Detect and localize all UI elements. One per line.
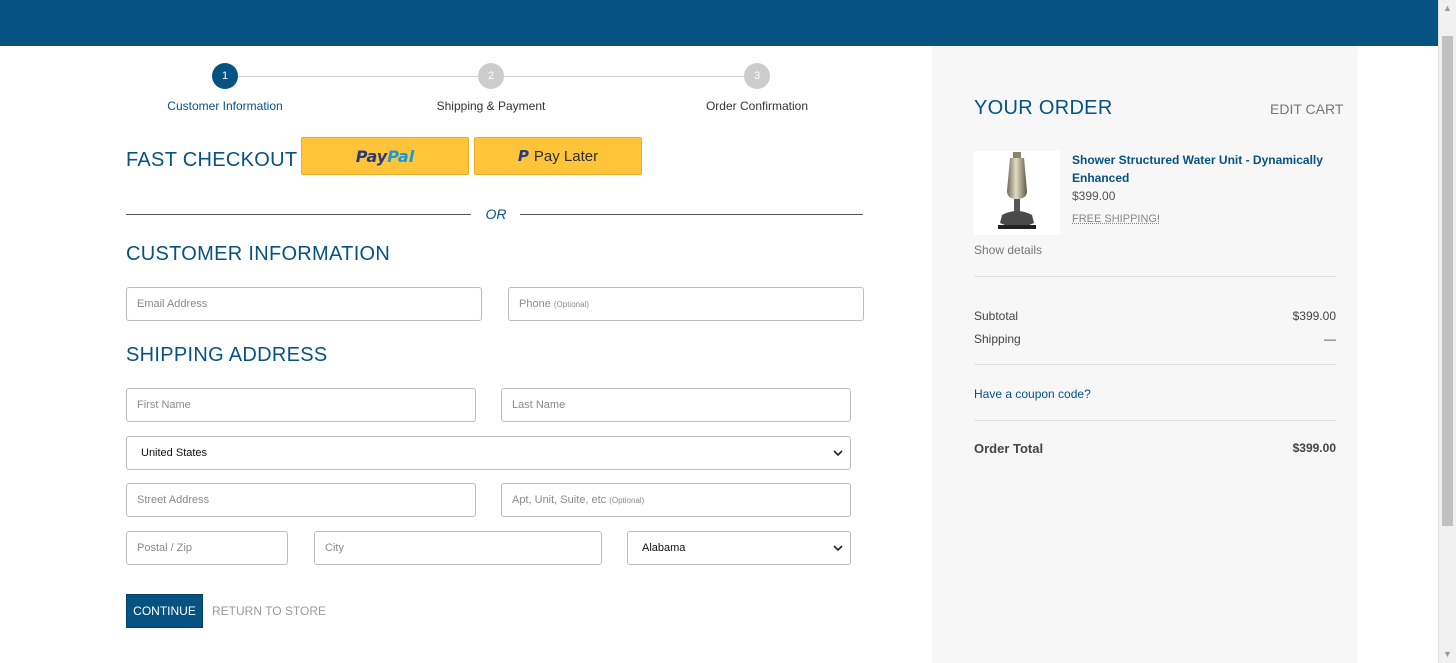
paypal-pay-later-button[interactable]: P Pay Later	[474, 137, 642, 175]
free-shipping-badge: FREE SHIPPING!	[1072, 213, 1161, 225]
top-header-bar	[0, 0, 1438, 46]
first-name-input[interactable]	[127, 389, 475, 421]
last-name-field[interactable]	[501, 388, 851, 422]
city-input[interactable]	[315, 532, 601, 564]
step-2-label: Shipping & Payment	[436, 99, 546, 113]
order-total-value: $399.00	[1292, 441, 1336, 455]
scroll-down-arrow-icon[interactable]: ▼	[1439, 646, 1456, 663]
step-3-circle: 3	[744, 63, 770, 89]
product-image	[974, 151, 1060, 235]
apt-unit-field[interactable]: Apt, Unit, Suite, etc (Optional)	[501, 483, 851, 517]
chevron-down-icon	[833, 545, 843, 552]
step-connector	[238, 76, 478, 77]
postal-zip-input[interactable]	[127, 532, 287, 564]
chevron-down-icon	[833, 450, 843, 457]
or-separator: OR	[485, 206, 507, 222]
step-2-circle: 2	[478, 63, 504, 89]
city-field[interactable]	[314, 531, 602, 565]
postal-zip-field[interactable]	[126, 531, 288, 565]
edit-cart-link[interactable]: EDIT CART	[1270, 101, 1343, 117]
subtotal-value: $399.00	[1292, 309, 1336, 323]
email-field[interactable]	[126, 287, 482, 321]
divider	[974, 364, 1336, 365]
step-connector	[504, 76, 744, 77]
phone-placeholder: Phone (Optional)	[519, 298, 589, 310]
divider	[974, 276, 1336, 277]
step-3-label: Order Confirmation	[705, 99, 809, 113]
customer-information-title: CUSTOMER INFORMATION	[126, 243, 391, 265]
step-1-circle: 1	[212, 63, 238, 89]
pay-later-label: Pay Later	[533, 147, 599, 165]
shipping-label: Shipping	[974, 332, 1021, 346]
coupon-code-link[interactable]: Have a coupon code?	[974, 387, 1091, 401]
paypal-logo: PayPal	[355, 146, 415, 166]
divider	[520, 214, 863, 215]
state-value: Alabama	[642, 542, 686, 554]
paypal-button[interactable]: PayPal	[301, 137, 469, 175]
divider	[126, 214, 471, 215]
show-details-link[interactable]: Show details	[974, 243, 1042, 257]
scroll-up-arrow-icon[interactable]: ▲	[1439, 0, 1456, 17]
paypal-p-icon: P	[517, 147, 529, 165]
vertical-scrollbar[interactable]: ▲ ▼	[1438, 0, 1456, 663]
country-value: United States	[141, 447, 208, 459]
state-select[interactable]: Alabama	[627, 531, 851, 565]
last-name-input[interactable]	[502, 389, 850, 421]
product-name[interactable]: Shower Structured Water Unit - Dynamical…	[1072, 151, 1337, 187]
street-address-input[interactable]	[127, 484, 475, 516]
order-total-label: Order Total	[974, 441, 1044, 456]
scrollbar-thumb[interactable]	[1442, 36, 1453, 526]
subtotal-label: Subtotal	[974, 309, 1019, 323]
shipping-address-title: SHIPPING ADDRESS	[126, 344, 328, 366]
fast-checkout-title: FAST CHECKOUT	[126, 149, 298, 171]
email-input[interactable]	[127, 288, 481, 320]
phone-field[interactable]: Phone (Optional)	[508, 287, 864, 321]
shipping-value: —	[1324, 332, 1336, 346]
product-price: $399.00	[1072, 189, 1116, 203]
divider	[974, 420, 1336, 421]
country-select[interactable]: United States	[126, 436, 851, 470]
first-name-field[interactable]	[126, 388, 476, 422]
continue-button[interactable]: CONTINUE	[126, 594, 203, 628]
apt-placeholder: Apt, Unit, Suite, etc (Optional)	[512, 494, 645, 506]
return-to-store-link[interactable]: RETURN TO STORE	[212, 604, 326, 618]
order-summary-panel	[932, 46, 1358, 663]
your-order-title: YOUR ORDER	[974, 97, 1113, 119]
step-1-label: Customer Information	[167, 99, 283, 113]
street-address-field[interactable]	[126, 483, 476, 517]
